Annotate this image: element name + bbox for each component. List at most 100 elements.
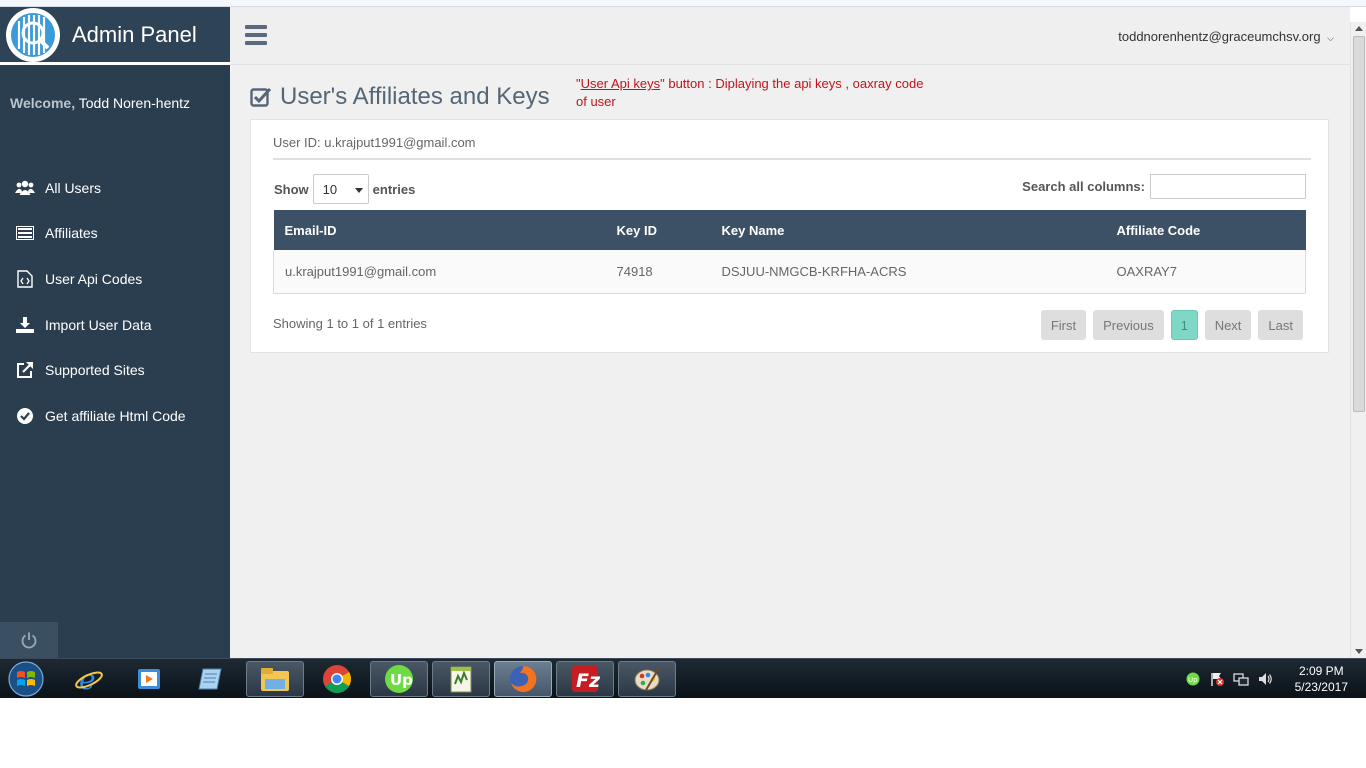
check-circle-icon (15, 407, 35, 425)
system-clock[interactable]: 2:09 PM 5/23/2017 (1295, 663, 1348, 695)
brand-logo-icon (4, 7, 62, 63)
brand-title: Admin Panel (72, 21, 197, 47)
affiliates-table: Email-ID Key ID Key Name Affiliate Code … (273, 210, 1306, 294)
scroll-down-icon[interactable] (1355, 649, 1363, 654)
notepad-icon (198, 668, 222, 690)
sidebar-item-import-user-data[interactable]: Import User Data (0, 302, 230, 348)
start-button[interactable] (6, 660, 46, 698)
cell-key-id: 74918 (605, 250, 711, 294)
table-row[interactable]: u.krajput1991@gmail.com 74918 DSJUU-NMGC… (273, 250, 1306, 294)
checkbox-checked-icon (250, 87, 272, 107)
list-icon (15, 224, 35, 242)
last-page-button[interactable]: Last (1258, 310, 1303, 340)
file-explorer-icon (261, 668, 289, 691)
cell-email: u.krajput1991@gmail.com (273, 250, 606, 294)
divider (273, 158, 1311, 160)
download-icon (15, 316, 35, 334)
taskbar-media-player[interactable] (120, 661, 178, 697)
external-link-icon (15, 361, 35, 379)
taskbar-notepad-plus[interactable] (432, 661, 490, 697)
table-header-row: Email-ID Key ID Key Name Affiliate Code (273, 210, 1306, 250)
page-title: User's Affiliates and Keys (250, 83, 550, 111)
sidebar-item-label: Affiliates (45, 225, 98, 242)
taskbar-file-explorer[interactable] (246, 661, 304, 697)
sidebar-item-supported-sites[interactable]: Supported Sites (0, 347, 230, 393)
svg-text:Fz: Fz (576, 670, 600, 692)
welcome-label: Welcome, (10, 95, 76, 111)
sidebar-item-all-users[interactable]: All Users (0, 165, 230, 211)
column-header-key-name[interactable]: Key Name (710, 210, 1106, 250)
user-email: toddnorenhentz@graceumchsv.org (1118, 29, 1321, 44)
entries-select[interactable]: 10 (312, 174, 369, 204)
vertical-scrollbar[interactable] (1350, 22, 1366, 658)
cell-affiliate-code: OAXRAY7 (1105, 250, 1306, 294)
brand[interactable]: Admin Panel (0, 7, 230, 65)
entries-label: entries (372, 181, 416, 197)
top-header: toddnorenhentz@graceumchsv.org ⌵ (230, 7, 1350, 65)
previous-page-button[interactable]: Previous (1093, 310, 1164, 340)
show-label: Show (274, 181, 309, 197)
sidebar-item-label: All Users (45, 179, 102, 196)
filezilla-icon: Fz (572, 666, 600, 692)
sidebar-menu: All Users Affiliates User Api Codes Impo… (0, 165, 230, 439)
system-tray: Up 2:09 PM 5/23/2017 (1185, 663, 1348, 695)
taskbar-chrome[interactable] (308, 661, 366, 697)
sidebar-item-get-affiliate-html-code[interactable]: Get affiliate Html Code (0, 393, 230, 439)
volume-icon[interactable] (1257, 671, 1273, 687)
column-header-email[interactable]: Email-ID (273, 210, 606, 250)
sidebar-item-user-api-codes[interactable]: User Api Codes (0, 256, 230, 302)
scroll-up-icon[interactable] (1355, 26, 1363, 31)
upwork-tray-icon[interactable]: Up (1185, 671, 1201, 687)
page-title-text: User's Affiliates and Keys (280, 83, 550, 110)
sidebar-item-label: Supported Sites (45, 362, 145, 379)
column-header-affiliate-code[interactable]: Affiliate Code (1105, 210, 1306, 250)
network-icon[interactable] (1232, 671, 1249, 687)
screen: Admin Panel Welcome, Todd Noren-hentz Al… (0, 0, 1366, 768)
chrome-icon (323, 665, 351, 693)
column-header-key-id[interactable]: Key ID (605, 210, 711, 250)
media-player-icon (138, 669, 160, 689)
scrollbar-thumb[interactable] (1353, 36, 1365, 412)
taskbar-firefox[interactable] (494, 661, 552, 697)
firefox-icon (510, 665, 537, 692)
taskbar-upwork[interactable]: Up (370, 661, 428, 697)
entries-length-control: Show 10 entries (274, 174, 415, 204)
clock-date: 5/23/2017 (1294, 680, 1348, 694)
taskbar: e Up Fz Up 2:09 PM 5/23/2017 (0, 658, 1366, 698)
main-content: User's Affiliates and Keys "User Api key… (230, 65, 1350, 658)
internet-explorer-icon: e (75, 663, 103, 695)
clock-time: 2:09 PM (1298, 664, 1344, 678)
entries-select-value: 10 (322, 181, 338, 197)
logout-button[interactable] (0, 622, 58, 658)
next-page-button[interactable]: Next (1204, 310, 1252, 340)
users-icon (15, 179, 35, 197)
welcome-user-name: Todd Noren-hentz (78, 95, 191, 111)
menu-toggle-icon[interactable] (245, 25, 267, 45)
user-menu-dropdown[interactable]: toddnorenhentz@graceumchsv.org ⌵ (1118, 29, 1334, 44)
notepad-plus-icon (450, 666, 472, 693)
taskbar-notepad[interactable] (182, 661, 240, 697)
current-page-button[interactable]: 1 (1170, 310, 1198, 340)
svg-text:Up: Up (390, 671, 413, 689)
pagination: First Previous 1 Next Last (1034, 310, 1303, 340)
sidebar-item-affiliates[interactable]: Affiliates (0, 211, 230, 257)
user-id-label: User ID: u.krajput1991@gmail.com (273, 135, 476, 150)
annotation-link: User Api keys (580, 76, 661, 91)
search-control: Search all columns: (1022, 174, 1306, 199)
caret-down-icon (354, 188, 363, 193)
search-label: Search all columns: (1022, 179, 1145, 194)
taskbar-paint[interactable] (618, 661, 676, 697)
cell-key-name: DSJUU-NMGCB-KRFHA-ACRS (710, 250, 1106, 294)
windows-logo-icon (8, 661, 44, 697)
sidebar-item-label: Get affiliate Html Code (45, 407, 186, 424)
first-page-button[interactable]: First (1040, 310, 1087, 340)
svg-text:Up: Up (1188, 676, 1198, 684)
action-center-flag-icon[interactable] (1209, 671, 1225, 687)
code-file-icon (15, 270, 35, 288)
taskbar-filezilla[interactable]: Fz (556, 661, 614, 697)
taskbar-internet-explorer[interactable]: e (60, 661, 118, 697)
affiliates-panel: User ID: u.krajput1991@gmail.com Show 10… (250, 119, 1329, 353)
upwork-icon: Up (385, 665, 413, 693)
chevron-down-icon: ⌵ (1327, 33, 1334, 43)
search-input[interactable] (1150, 174, 1306, 199)
